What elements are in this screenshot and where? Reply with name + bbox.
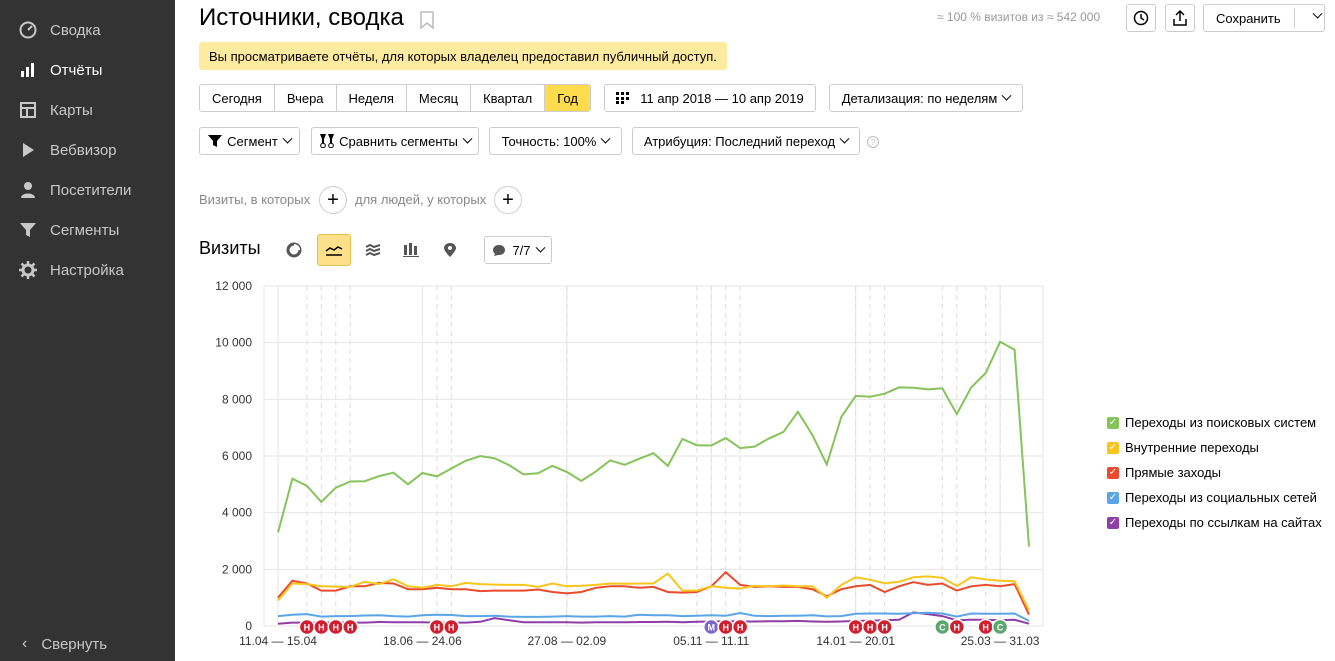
annotation-marker[interactable]: Н — [327, 618, 345, 636]
legend-label: Внутренние переходы — [1125, 440, 1259, 455]
svg-text:Н: Н — [304, 623, 311, 633]
annotation-marker[interactable]: Н — [876, 618, 893, 636]
x-tick-label: 27.08 — 02.09 — [527, 634, 606, 648]
sidebar-item-reports[interactable]: Отчёты — [0, 50, 175, 90]
annotation-marker[interactable]: Н — [948, 618, 966, 636]
sidebar-item-maps[interactable]: Карты — [0, 90, 175, 130]
funnel-icon — [18, 220, 38, 240]
checkbox-icon[interactable]: ✓ — [1107, 491, 1119, 504]
x-tick-label: 18.06 — 24.06 — [383, 634, 462, 648]
gauge-icon — [18, 20, 38, 40]
chart-legend: ✓ Переходы из поисковых систем ✓ Внутренние… — [1107, 410, 1322, 535]
y-tick-label: 4 000 — [222, 506, 252, 520]
gear-icon — [18, 260, 38, 280]
svg-text:Н: Н — [982, 623, 989, 633]
legend-label: Переходы из социальных сетей — [1125, 490, 1317, 505]
annotation-marker[interactable]: Н — [313, 618, 330, 636]
chevron-left-icon: ‹ — [22, 635, 28, 652]
svg-text:Н: Н — [448, 623, 455, 633]
sidebar-item-label: Вебвизор — [50, 141, 117, 159]
y-tick-label: 6 000 — [222, 449, 252, 463]
collapse-label: Свернуть — [41, 635, 108, 653]
legend-label: Переходы из поисковых систем — [1125, 415, 1317, 430]
sidebar-item-visitors[interactable]: Посетители — [0, 170, 175, 210]
main-content: Источники, сводка ≈ 100 % визитов из ≈ 5… — [175, 0, 1335, 661]
x-tick-label: 25.03 — 31.03 — [961, 634, 1040, 648]
x-axis-ticks: 11.04 — 15.04 18.06 — 24.06 27.08 — 02.09 0… — [239, 634, 1040, 648]
x-tick-label: 14.01 — 20.01 — [816, 634, 895, 648]
svg-text:Н: Н — [954, 623, 961, 633]
svg-text:Н: Н — [881, 623, 888, 633]
y-tick-label: 10 000 — [215, 336, 252, 350]
annotation-marker[interactable]: Н — [443, 618, 460, 636]
series-line — [277, 572, 1030, 611]
x-tick-label: 11.04 — 15.04 — [239, 634, 317, 648]
sidebar-item-label: Сегменты — [50, 221, 120, 239]
annotation-marker[interactable]: Н — [977, 618, 994, 636]
sidebar-item-settings[interactable]: Настройка — [0, 250, 175, 290]
svg-text:Н: Н — [434, 623, 441, 633]
legend-item[interactable]: ✓ Переходы из социальных сетей — [1107, 485, 1322, 510]
visits-line-chart: ННННННМНННННСННС 02 0004 0006 0008 00010… — [215, 279, 1044, 648]
svg-text:Н: Н — [737, 623, 744, 633]
legend-item[interactable]: ✓ Переходы из поисковых систем — [1107, 410, 1322, 435]
collapse-sidebar-button[interactable]: ‹ Свернуть — [0, 627, 175, 661]
series-line — [277, 570, 1030, 616]
svg-text:Н: Н — [867, 623, 874, 633]
sidebar-item-webvisor[interactable]: Вебвизор — [0, 130, 175, 170]
series-line — [277, 611, 1030, 622]
x-tick-label: 05.11 — 11.11 — [673, 634, 749, 648]
sidebar: Сводка Отчёты Карты Вебвизор Посетители … — [0, 0, 175, 661]
chart-grid — [263, 285, 1044, 627]
annotation-marker[interactable]: Н — [298, 618, 316, 636]
svg-text:С: С — [997, 623, 1004, 633]
legend-item[interactable]: ✓ Прямые заходы — [1107, 460, 1322, 485]
series-line — [277, 340, 1030, 547]
svg-text:С: С — [939, 623, 946, 633]
y-tick-label: 2 000 — [222, 562, 252, 576]
user-icon — [18, 180, 38, 200]
svg-text:Н: Н — [333, 623, 340, 633]
legend-item[interactable]: ✓ Внутренние переходы — [1107, 435, 1322, 460]
checkbox-icon[interactable]: ✓ — [1107, 441, 1119, 454]
annotation-marker[interactable]: С — [991, 618, 1009, 636]
sidebar-item-label: Сводка — [50, 21, 101, 39]
checkbox-icon[interactable]: ✓ — [1107, 416, 1119, 429]
annotation-marker[interactable]: Н — [341, 618, 359, 636]
svg-text:М: М — [708, 623, 716, 633]
y-tick-label: 8 000 — [222, 392, 252, 406]
svg-text:Н: Н — [852, 623, 859, 633]
legend-label: Переходы по ссылкам на сайтах — [1125, 515, 1322, 530]
map-icon — [18, 100, 38, 120]
y-tick-label: 12 000 — [215, 279, 252, 293]
bar-chart-icon — [18, 60, 38, 80]
legend-item[interactable]: ✓ Переходы по ссылкам на сайтах — [1107, 510, 1322, 535]
annotation-marker[interactable]: С — [934, 618, 951, 636]
svg-text:Н: Н — [318, 623, 325, 633]
checkbox-icon[interactable]: ✓ — [1107, 466, 1119, 479]
sidebar-item-segments[interactable]: Сегменты — [0, 210, 175, 250]
sidebar-item-label: Отчёты — [50, 61, 103, 79]
sidebar-item-label: Настройка — [50, 261, 124, 279]
annotation-marker[interactable]: Н — [731, 618, 749, 636]
annotation-marker[interactable]: Н — [861, 618, 879, 636]
sidebar-item-label: Посетители — [50, 181, 132, 199]
y-axis-ticks: 0 2 000 4 000 6 000 8 000 10 000 12 000 — [215, 279, 252, 633]
svg-text:Н: Н — [722, 623, 729, 633]
sidebar-item-label: Карты — [50, 101, 93, 119]
checkbox-icon[interactable]: ✓ — [1107, 516, 1119, 529]
play-icon — [18, 140, 38, 160]
legend-label: Прямые заходы — [1125, 465, 1222, 480]
annotation-marker[interactable]: Н — [428, 618, 446, 636]
svg-text:Н: Н — [347, 623, 354, 633]
y-tick-label: 0 — [245, 619, 252, 633]
annotation-marker[interactable]: М — [703, 618, 720, 636]
annotation-marker[interactable]: Н — [717, 618, 734, 636]
annotation-marker[interactable]: Н — [847, 618, 864, 636]
sidebar-item-summary[interactable]: Сводка — [0, 10, 175, 50]
chart-series — [277, 340, 1030, 625]
